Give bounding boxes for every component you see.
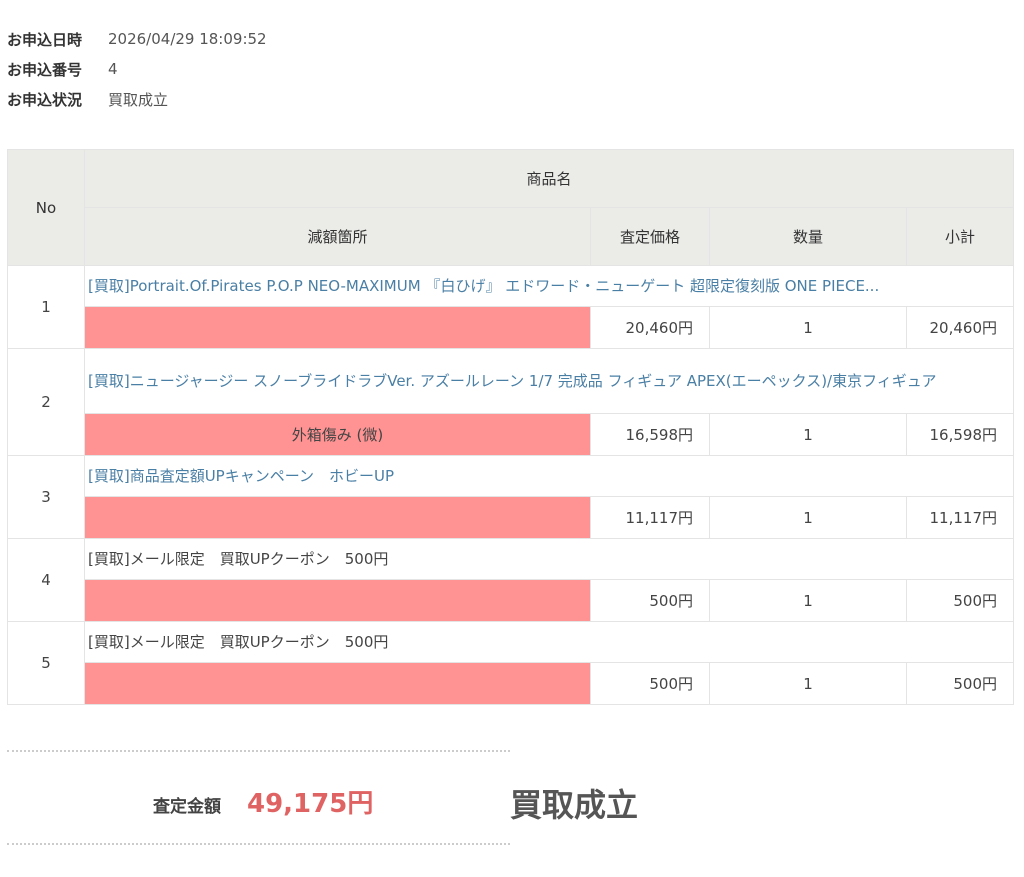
product-name-cell: [買取]メール限定 買取UPクーポン 500円 [83,621,1015,663]
total-value: 49,175円 [247,789,374,819]
header-subtotal: 小計 [905,207,1015,266]
subtotal-cell: 500円 [905,579,1015,622]
price-cell: 20,460円 [590,306,710,349]
application-number-label: お申込番号 [7,60,83,79]
reduction-cell [84,579,591,622]
product-name-cell: [買取]Portrait.Of.Pirates P.O.P NEO-MAXIMU… [83,265,1015,307]
row-number: 1 [7,265,85,349]
application-date-row: お申込日時 2026/04/29 18:09:52 [7,24,267,54]
quantity-cell: 1 [709,496,907,539]
price-cell: 16,598円 [590,413,710,456]
subtotal-cell: 11,117円 [905,496,1015,539]
row-number: 5 [7,621,85,705]
price-cell: 500円 [590,579,710,622]
table-row: 2 [買取]ニュージャージー スノーブライドラブVer. アズールレーン 1/7… [7,348,1015,456]
application-status-label: お申込状況 [7,90,83,109]
table-row: 3 [買取]商品査定額UPキャンペーン ホビーUP [7,455,1015,539]
items-table: No 商品名 減額箇所 査定価格 数量 小計 1 [買取]Portrait.Of… [7,149,1015,705]
header-product-name: 商品名 [83,149,1015,208]
product-link[interactable]: [買取]商品査定額UPキャンペーン ホビーUP [88,467,394,485]
assessment-summary: 査定金額 49,175円 [7,750,510,845]
row-number: 2 [7,348,85,456]
reduction-cell [84,496,591,539]
quantity-cell: 1 [709,662,907,705]
row-number: 4 [7,538,85,622]
product-name-text: [買取]メール限定 買取UPクーポン 500円 [88,632,389,651]
table-row: 1 [買取]Portrait.Of.Pirates P.O.P NEO-MAXI… [7,265,1015,349]
product-name-cell: [買取]商品査定額UPキャンペーン ホビーUP [83,455,1015,497]
product-name-text: [買取]メール限定 買取UPクーポン 500円 [88,549,389,568]
application-date-label: お申込日時 [7,30,83,49]
quantity-cell: 1 [709,413,907,456]
header-quantity: 数量 [709,207,907,266]
table-row-detail: 外箱傷み (微) 16,598円 1 16,598円 [8,413,1015,456]
application-status-row: お申込状況 買取成立 [7,84,267,114]
table-row: 4 [買取]メール限定 買取UPクーポン 500円 [7,538,1015,622]
application-date-value: 2026/04/29 18:09:52 [108,30,267,48]
header-price: 査定価格 [590,207,710,266]
application-info: お申込日時 2026/04/29 18:09:52 お申込番号 4 お申込状況 … [7,24,267,114]
reduction-cell [84,662,591,705]
table-row-detail: 20,460円 1 20,460円 [8,306,1015,349]
product-link[interactable]: [買取]Portrait.Of.Pirates P.O.P NEO-MAXIMU… [88,277,879,295]
price-cell: 500円 [590,662,710,705]
table-row: 5 [買取]メール限定 買取UPクーポン 500円 [7,621,1015,705]
application-status-value: 買取成立 [108,90,169,109]
price-cell: 11,117円 [590,496,710,539]
row-number: 3 [7,455,85,539]
product-link[interactable]: [買取]ニュージャージー スノーブライドラブVer. アズールレーン 1/7 完… [88,372,937,390]
reduction-cell: 外箱傷み (微) [84,413,591,456]
application-number-row: お申込番号 4 [7,54,267,84]
product-name-cell: [買取]メール限定 買取UPクーポン 500円 [83,538,1015,580]
application-number-value: 4 [108,60,118,78]
quantity-cell: 1 [709,306,907,349]
table-row-detail: 500円 1 500円 [8,662,1015,705]
total-label: 査定金額 [153,797,221,817]
header-no: No [7,149,85,266]
subtotal-cell: 16,598円 [905,413,1015,456]
purchase-status: 買取成立 [510,786,639,824]
product-name-cell: [買取]ニュージャージー スノーブライドラブVer. アズールレーン 1/7 完… [83,348,1015,414]
table-row-detail: 11,117円 1 11,117円 [8,496,1015,539]
subtotal-cell: 20,460円 [905,306,1015,349]
header-reduction: 減額箇所 [84,207,591,266]
reduction-cell [84,306,591,349]
quantity-cell: 1 [709,579,907,622]
table-row-detail: 500円 1 500円 [8,579,1015,622]
subtotal-cell: 500円 [905,662,1015,705]
